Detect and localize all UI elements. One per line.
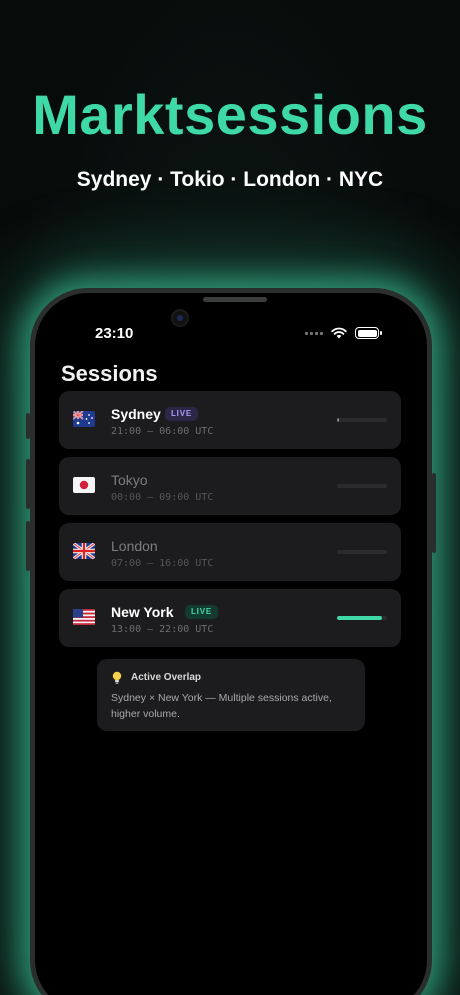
power-button: [432, 473, 436, 553]
session-progress: [337, 616, 387, 620]
live-badge: LIVE: [165, 407, 198, 421]
overlap-description: Sydney × New York — Multiple sessions ac…: [111, 692, 332, 720]
session-hours: 13:00 — 22:00 UTC: [111, 624, 214, 635]
lightbulb-icon: [112, 671, 122, 684]
japan-flag-icon: [73, 477, 95, 493]
session-progress-fill: [337, 616, 382, 620]
session-name: Tokyo: [111, 472, 148, 488]
volume-down-button: [26, 521, 30, 571]
hero-title: Marktsessions: [32, 83, 428, 146]
session-progress: [337, 550, 387, 554]
session-hours: 00:00 — 09:00 UTC: [111, 492, 214, 503]
australia-flag-icon: [73, 411, 95, 427]
page-title: Sessions: [61, 361, 158, 386]
cellular-signal-icon: [305, 331, 323, 335]
speaker-grill: [203, 297, 267, 302]
front-camera: [171, 309, 189, 327]
session-card-sydney[interactable]: Sydney LIVE 21:00 — 06:00 UTC: [59, 391, 401, 449]
session-name: Sydney: [111, 406, 161, 422]
session-name: New York: [111, 604, 174, 620]
session-progress-fill: [337, 418, 339, 422]
session-card-london[interactable]: London 07:00 — 16:00 UTC: [59, 523, 401, 581]
session-name: London: [111, 538, 158, 554]
session-card-tokyo[interactable]: Tokyo 00:00 — 09:00 UTC: [59, 457, 401, 515]
battery-icon: [355, 327, 382, 339]
session-progress: [337, 418, 387, 422]
session-card-new-york[interactable]: New York LIVE 13:00 — 22:00 UTC: [59, 589, 401, 647]
volume-up-button: [26, 459, 30, 509]
usa-flag-icon: [73, 609, 95, 625]
mute-switch: [26, 413, 30, 439]
live-badge: LIVE: [185, 605, 218, 619]
status-bar-icons: [305, 327, 382, 339]
hero-subtitle: Sydney · Tokio · London · NYC: [76, 168, 384, 191]
status-bar-time: 23:10: [95, 325, 134, 342]
wifi-icon: [331, 327, 347, 339]
phone-frame: 23:10 Sessions Sydney LIVE 21:00 — 06:00…: [26, 288, 436, 995]
session-list: Sydney LIVE 21:00 — 06:00 UTC Tokyo 00:0…: [59, 391, 401, 655]
overlap-info-card: Active Overlap Sydney × New York — Multi…: [97, 659, 365, 731]
overlap-title: Active Overlap: [131, 672, 202, 683]
session-hours: 07:00 — 16:00 UTC: [111, 558, 214, 569]
uk-flag-icon: [73, 543, 95, 559]
session-progress: [337, 484, 387, 488]
app-store-screenshot: Marktsessions Sydney · Tokio · London · …: [0, 0, 460, 995]
session-hours: 21:00 — 06:00 UTC: [111, 426, 214, 437]
